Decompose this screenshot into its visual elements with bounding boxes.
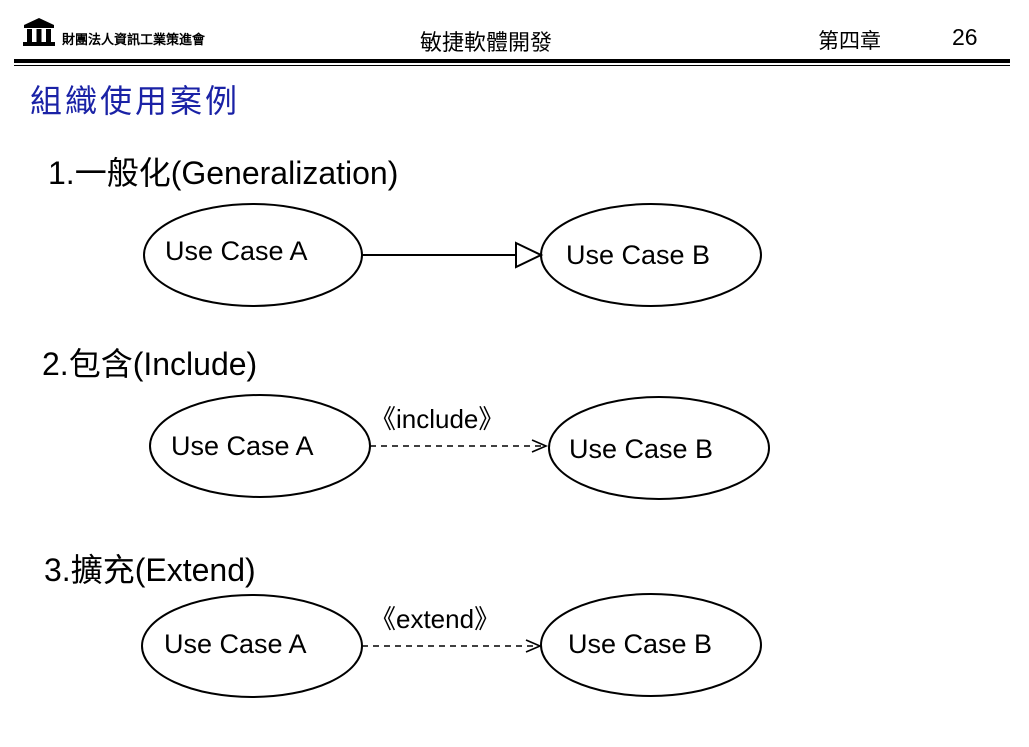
use-case-a-label: Use Case A (171, 431, 314, 461)
generalization-diagram: Use Case A Use Case B (143, 203, 762, 307)
include-diagram: Use Case A Use Case B 《include》 (149, 394, 770, 500)
use-case-a-label: Use Case A (164, 629, 307, 659)
extend-stereotype-label: 《extend》 (370, 604, 500, 634)
use-case-a-label: Use Case A (165, 236, 308, 266)
use-case-b-label: Use Case B (568, 629, 712, 659)
use-case-b-label: Use Case B (566, 240, 710, 270)
include-stereotype-label: 《include》 (370, 404, 504, 434)
hollow-triangle-arrowhead (515, 241, 544, 269)
use-case-b-label: Use Case B (569, 434, 713, 464)
extend-diagram: Use Case A Use Case B 《extend》 (141, 593, 762, 698)
use-case-diagrams: Use Case A Use Case B Use Case A Use Cas… (141, 203, 770, 698)
